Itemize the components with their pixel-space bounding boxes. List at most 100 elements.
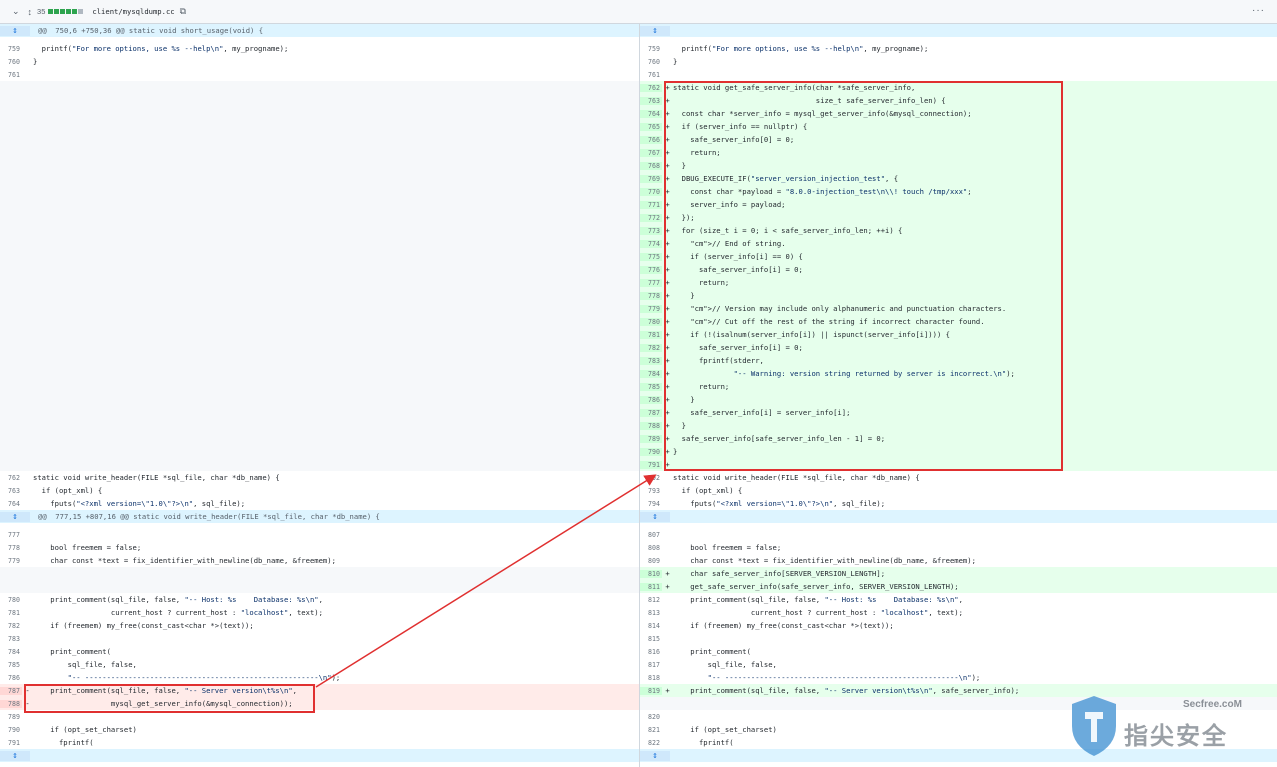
line-number[interactable]: 814 xyxy=(640,622,662,630)
collapse-chevron-icon[interactable]: ⌄ xyxy=(12,6,20,17)
code-text: "cm">// Version may include only alphanu… xyxy=(690,304,1007,313)
line-number[interactable]: 793 xyxy=(640,487,662,495)
line-number[interactable]: 780 xyxy=(640,317,662,326)
line-number[interactable]: 785 xyxy=(0,661,22,669)
line-number[interactable]: 761 xyxy=(640,71,662,79)
line-number[interactable]: 779 xyxy=(0,557,22,565)
line-number[interactable]: 759 xyxy=(0,45,22,53)
line-number[interactable]: 789 xyxy=(640,434,662,443)
line-number[interactable]: 809 xyxy=(640,557,662,565)
line-number[interactable]: 779 xyxy=(640,304,662,313)
expand-hunk-icon[interactable]: ⇕ xyxy=(0,750,30,761)
line-number[interactable]: 786 xyxy=(640,395,662,404)
line-number[interactable]: 778 xyxy=(640,291,662,300)
added-line: 764 + const char *server_info = mysql_get… xyxy=(640,107,1277,120)
line-number[interactable]: 791 xyxy=(0,739,22,747)
line-number[interactable]: 781 xyxy=(640,330,662,339)
expand-all-icon[interactable]: ↕ xyxy=(28,7,33,17)
line-number[interactable]: 787 xyxy=(0,686,22,695)
line-number[interactable]: 790 xyxy=(0,726,22,734)
line-number[interactable]: 760 xyxy=(0,58,22,66)
line-number[interactable]: 771 xyxy=(640,200,662,209)
expand-hunk-icon[interactable]: ⇕ xyxy=(640,25,670,36)
hunk-text: @@ 750,6 +750,36 @@ static void short_us… xyxy=(38,26,264,35)
file-path[interactable]: client/mysqldump.cc xyxy=(92,7,174,16)
line-number[interactable]: 762 xyxy=(640,83,662,92)
line-number[interactable]: 780 xyxy=(0,596,22,604)
line-number[interactable]: 766 xyxy=(640,135,662,144)
line-number[interactable]: 776 xyxy=(640,265,662,274)
line-number[interactable]: 794 xyxy=(640,500,662,508)
line-number[interactable]: 781 xyxy=(0,609,22,617)
context-line: 792 static void write_header(FILE *sql_fi… xyxy=(640,471,1277,484)
expand-hunk-icon[interactable]: ⇕ xyxy=(0,511,30,522)
line-number[interactable]: 788 xyxy=(640,421,662,430)
line-number[interactable]: 811 xyxy=(640,582,662,591)
copy-path-icon[interactable]: ⧉ xyxy=(180,6,186,17)
line-number[interactable]: 785 xyxy=(640,382,662,391)
line-number[interactable]: 813 xyxy=(640,609,662,617)
line-number[interactable]: 777 xyxy=(640,278,662,287)
line-number[interactable]: 821 xyxy=(640,726,662,734)
expand-hunk-icon[interactable]: ⇕ xyxy=(640,750,670,761)
code-text: DBUG_EXECUTE_IF("server_version_injectio… xyxy=(673,174,899,183)
line-number[interactable]: 817 xyxy=(640,661,662,669)
line-number[interactable]: 812 xyxy=(640,596,662,604)
diffstat-block xyxy=(54,9,60,14)
line-number[interactable]: 815 xyxy=(640,635,662,643)
line-number[interactable]: 763 xyxy=(0,487,22,495)
expand-hunk-icon[interactable]: ⇕ xyxy=(0,25,30,36)
line-number[interactable]: 820 xyxy=(640,713,662,721)
line-number[interactable]: 770 xyxy=(640,187,662,196)
line-number[interactable]: 789 xyxy=(0,713,22,721)
line-number[interactable]: 782 xyxy=(640,343,662,352)
line-number[interactable]: 761 xyxy=(0,71,22,79)
code-text: print_comment(sql_file, false, "-- Host:… xyxy=(33,595,323,604)
line-number[interactable]: 765 xyxy=(640,122,662,131)
line-number[interactable]: 773 xyxy=(640,226,662,235)
line-number[interactable]: 778 xyxy=(0,544,22,552)
line-number[interactable]: 788 xyxy=(0,699,22,708)
line-number[interactable]: 764 xyxy=(640,109,662,118)
diff-marker: + xyxy=(665,226,670,235)
line-number[interactable]: 760 xyxy=(640,58,662,66)
line-number[interactable]: 775 xyxy=(640,252,662,261)
hunk-header: ⇕ xyxy=(0,749,639,762)
line-number[interactable]: 792 xyxy=(640,474,662,482)
expand-hunk-icon[interactable]: ⇕ xyxy=(640,511,670,522)
line-number[interactable]: 784 xyxy=(0,648,22,656)
line-number[interactable]: 774 xyxy=(640,239,662,248)
line-number[interactable]: 783 xyxy=(0,635,22,643)
line-number[interactable]: 772 xyxy=(640,213,662,222)
line-number[interactable]: 816 xyxy=(640,648,662,656)
line-number[interactable]: 810 xyxy=(640,569,662,578)
line-number[interactable]: 783 xyxy=(640,356,662,365)
line-number[interactable]: 818 xyxy=(640,674,662,682)
line-number[interactable]: 767 xyxy=(640,148,662,157)
line-number[interactable]: 759 xyxy=(640,45,662,53)
more-options-icon[interactable]: ··· xyxy=(1252,5,1265,16)
code-text: bool freemem = false; xyxy=(673,543,782,552)
line-number[interactable]: 764 xyxy=(0,500,22,508)
line-number[interactable]: 791 xyxy=(640,460,662,469)
diff-marker: + xyxy=(665,447,670,456)
line-number[interactable]: 786 xyxy=(0,674,22,682)
line-number[interactable]: 777 xyxy=(0,531,22,539)
context-line: 778 bool freemem = false; xyxy=(0,541,639,554)
context-line: 780 print_comment(sql_file, false, "-- H… xyxy=(0,593,639,606)
line-number[interactable]: 784 xyxy=(640,369,662,378)
added-line: 777 + return; xyxy=(640,276,1277,289)
line-number[interactable]: 790 xyxy=(640,447,662,456)
line-number[interactable]: 763 xyxy=(640,96,662,105)
line-number[interactable]: 808 xyxy=(640,544,662,552)
line-number[interactable]: 768 xyxy=(640,161,662,170)
line-number[interactable]: 769 xyxy=(640,174,662,183)
line-number[interactable]: 819 xyxy=(640,686,662,695)
line-number[interactable]: 822 xyxy=(640,739,662,747)
line-number[interactable]: 807 xyxy=(640,531,662,539)
line-number[interactable]: 787 xyxy=(640,408,662,417)
line-number[interactable]: 762 xyxy=(0,474,22,482)
added-line: 785 + return; xyxy=(640,380,1277,393)
line-number[interactable]: 782 xyxy=(0,622,22,630)
code-text: return; xyxy=(673,148,721,157)
